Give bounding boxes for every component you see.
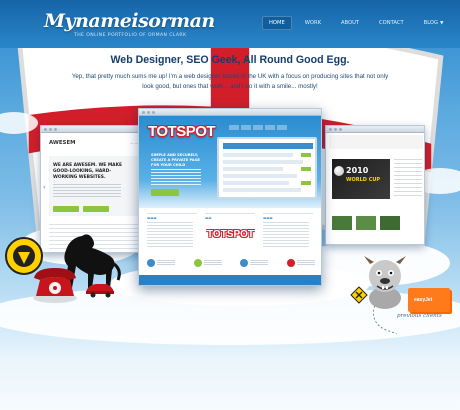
preview-row <box>223 181 289 185</box>
window-controls <box>44 128 57 131</box>
nav-home[interactable]: HOME <box>262 16 292 30</box>
nav-contact-label: CONTACT <box>379 20 404 26</box>
nav-work-label: WORK <box>304 20 321 26</box>
nav-home-label: HOME <box>269 20 285 26</box>
column-text <box>263 222 309 248</box>
totspot-nav <box>229 125 287 130</box>
awesem-button <box>83 206 109 212</box>
awesem-button <box>53 206 79 212</box>
chevron-down-icon: ▼ <box>440 21 444 26</box>
arrow-left-icon: ‹ <box>43 184 46 191</box>
warning-sign-icon[interactable] <box>350 286 368 304</box>
preview-row <box>223 153 293 157</box>
feature-text <box>203 260 222 266</box>
preview-status <box>301 181 311 185</box>
feature-icon <box>193 259 202 267</box>
window-controls <box>329 128 342 131</box>
intro-text: Yep, that pretty much sums me up! I'm a … <box>71 73 389 90</box>
browser-bar <box>41 126 151 133</box>
column-heading: ▬▬▬ <box>147 216 157 220</box>
preview-row <box>223 174 297 178</box>
worldcup-header <box>329 135 423 149</box>
feature-icon <box>240 259 249 267</box>
red-car-icon[interactable] <box>84 280 116 298</box>
feature-item <box>286 259 315 267</box>
worldcup-thumb <box>332 216 352 230</box>
main-nav: HOME WORK ABOUT CONTACT BLOG ▼ <box>262 16 457 30</box>
feature-item <box>147 259 175 267</box>
nav-contact[interactable]: CONTACT <box>372 16 411 30</box>
column-heading: ▬▬ <box>205 216 212 220</box>
totspot-column: ▬▬▬ <box>147 213 197 253</box>
awesem-body-text <box>53 184 121 198</box>
worldcup-thumb <box>380 216 400 230</box>
heart-icon <box>286 259 295 267</box>
preview-row <box>223 160 303 164</box>
worldcup-title: WORLD CUP <box>346 177 381 183</box>
worldcup-year: 2010 <box>346 166 369 175</box>
totspot-logo-small: TOTSPOT <box>207 229 255 240</box>
awesem-logo: AWESEM <box>49 140 76 146</box>
nav-work[interactable]: WORK <box>298 16 328 30</box>
red-phone-icon[interactable] <box>30 262 80 304</box>
site-logo[interactable]: Mynameisorman <box>44 10 215 32</box>
worldcup-thumb <box>356 216 376 230</box>
preview-status <box>301 153 311 157</box>
totspot-tagline: SIMPLE AND SECURELY, CREATE A PRIVATE PA… <box>151 153 200 167</box>
nav-about[interactable]: ABOUT <box>334 16 366 30</box>
nav-about-label: ABOUT <box>340 20 360 26</box>
feature-item <box>193 259 222 267</box>
totspot-column: ▬▬▬ <box>263 213 313 253</box>
awesem-heading: WE ARE AWESEM. WE MAKE GOOD-LOOKING, HAR… <box>53 163 122 180</box>
easyjet-label: easyJet <box>414 297 433 303</box>
site-tagline: THE ONLINE PORTFOLIO OF ORMAN CLARK <box>74 33 187 38</box>
totspot-footer <box>139 275 321 285</box>
feature-item <box>240 259 269 267</box>
preview-status <box>301 167 311 171</box>
nav-blog-label: BLOG <box>423 20 439 26</box>
totspot-signup-button <box>151 189 179 196</box>
totspot-logo: TOTSPOT <box>148 123 216 140</box>
feature-text <box>157 260 175 266</box>
totspot-intro-text <box>151 169 201 185</box>
previous-clients-label: previous clients <box>397 313 442 319</box>
portfolio-screenshot-worldcup[interactable]: 2010 WORLD CUP <box>325 125 425 245</box>
feature-text <box>250 260 269 266</box>
page-headline: Web Designer, SEO Geek, All Round Good E… <box>110 54 350 66</box>
feature-icon <box>147 259 155 267</box>
totspot-app-preview <box>217 137 317 199</box>
preview-row <box>223 188 301 192</box>
worldcup-sidebar <box>394 159 422 199</box>
browser-bar <box>139 109 321 116</box>
window-controls <box>142 111 155 114</box>
preview-row <box>223 167 283 171</box>
football-icon <box>334 166 344 176</box>
browser-bar <box>326 126 424 133</box>
totspot-features <box>147 259 315 267</box>
feature-text <box>296 260 315 266</box>
column-text <box>147 222 193 248</box>
nav-blog[interactable]: BLOG ▼ <box>417 16 451 30</box>
column-heading: ▬▬▬ <box>263 216 273 220</box>
preview-toolbar <box>223 143 313 149</box>
portfolio-screenshot-totspot[interactable]: TOTSPOT SIMPLE AND SECURELY, CREATE A PR… <box>138 108 322 286</box>
